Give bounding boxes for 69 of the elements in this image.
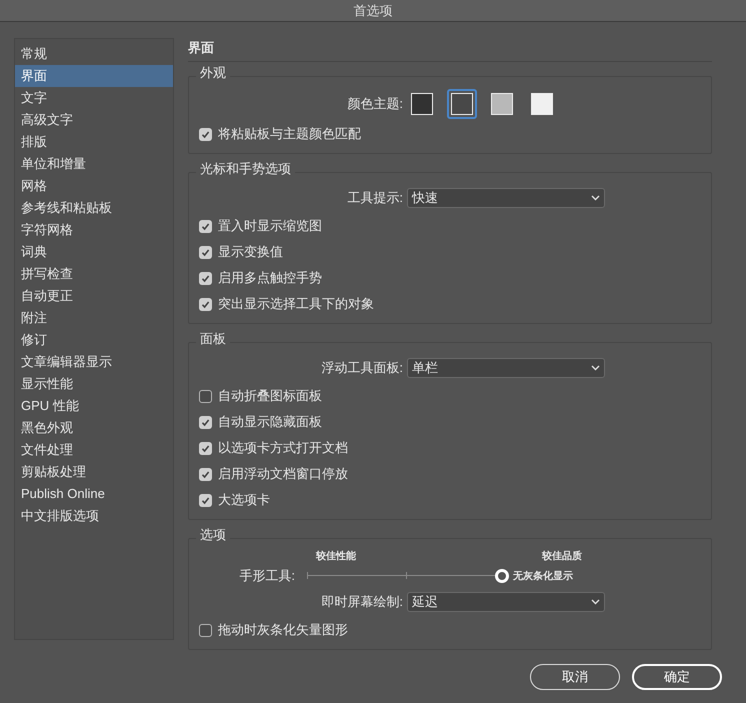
window-title: 首选项	[354, 2, 392, 20]
field-label: 工具提示:	[347, 189, 403, 208]
slider-thumb[interactable]	[495, 569, 509, 583]
checkbox-label: 大选项卡	[218, 491, 270, 510]
page-title: 界面	[188, 39, 215, 57]
checkbox[interactable]	[199, 298, 212, 310]
dropdown[interactable]: 单栏	[407, 358, 605, 378]
checkbox[interactable]	[199, 624, 212, 636]
slider-caption: 较佳品质	[542, 550, 582, 564]
sidebar-item[interactable]: Publish Online	[15, 483, 173, 505]
sidebar-item[interactable]: 修订	[15, 329, 173, 351]
field-label: 浮动工具面板:	[321, 359, 403, 378]
checkbox-label: 拖动时灰条化矢量图形	[218, 621, 348, 640]
dropdown[interactable]: 延迟	[407, 592, 605, 612]
color-swatch[interactable]	[447, 89, 477, 119]
sidebar-item[interactable]: 网格	[15, 175, 173, 197]
sidebar-item[interactable]: 参考线和粘贴板	[15, 197, 173, 219]
slider-caption: 较佳性能	[316, 550, 356, 564]
slider-reading: 无灰条化显示	[513, 570, 573, 584]
group-title: 面板	[196, 331, 230, 347]
checkbox[interactable]	[199, 442, 212, 454]
dialog-button[interactable]: 确定	[632, 664, 722, 690]
checkbox-label: 显示变换值	[218, 243, 283, 262]
field-label: 颜色主题:	[347, 95, 403, 114]
checkbox[interactable]	[199, 416, 212, 428]
sidebar-item[interactable]: 高级文字	[15, 109, 173, 131]
sidebar-item[interactable]: 词典	[15, 241, 173, 263]
checkbox-label: 自动折叠图标面板	[218, 387, 322, 406]
group-title: 选项	[196, 527, 230, 543]
field-label: 即时屏幕绘制:	[321, 593, 403, 612]
sidebar-item[interactable]: 字符网格	[15, 219, 173, 241]
checkbox-label: 以选项卡方式打开文档	[218, 439, 348, 458]
group-title: 外观	[196, 65, 230, 81]
chevron-down-icon	[591, 195, 600, 201]
checkbox[interactable]	[199, 128, 212, 140]
sidebar-item[interactable]: 排版	[15, 131, 173, 153]
checkbox[interactable]	[199, 494, 212, 506]
checkbox-label: 启用浮动文档窗口停放	[218, 465, 348, 484]
sidebar-item[interactable]: 文字	[15, 87, 173, 109]
checkbox[interactable]	[199, 272, 212, 284]
sidebar-item[interactable]: 文件处理	[15, 439, 173, 461]
chevron-down-icon	[591, 365, 600, 371]
sidebar-item[interactable]: 黑色外观	[15, 417, 173, 439]
checkbox[interactable]	[199, 468, 212, 480]
sidebar-item[interactable]: 界面	[15, 65, 173, 87]
field-label: 手形工具:	[238, 567, 295, 586]
checkbox-label: 置入时显示缩览图	[218, 217, 322, 236]
sidebar-item[interactable]: GPU 性能	[15, 395, 173, 417]
sidebar-item[interactable]: 显示性能	[15, 373, 173, 395]
sidebar-item[interactable]: 剪贴板处理	[15, 461, 173, 483]
sidebar-item[interactable]: 自动更正	[15, 285, 173, 307]
sidebar-item[interactable]: 单位和增量	[15, 153, 173, 175]
dialog-button[interactable]: 取消	[530, 664, 620, 690]
group-title: 光标和手势选项	[196, 161, 295, 177]
sidebar-item[interactable]: 文章编辑器显示	[15, 351, 173, 373]
chevron-down-icon	[591, 599, 600, 605]
slider-track[interactable]	[305, 569, 509, 583]
checkbox[interactable]	[199, 220, 212, 232]
checkbox-label: 启用多点触控手势	[218, 269, 322, 288]
sidebar-item[interactable]: 中文排版选项	[15, 505, 173, 527]
sidebar-item[interactable]: 拼写检查	[15, 263, 173, 285]
checkbox[interactable]	[199, 246, 212, 258]
checkbox-label: 自动显示隐藏面板	[218, 413, 322, 432]
checkbox-label: 突出显示选择工具下的对象	[218, 295, 374, 314]
checkbox[interactable]	[199, 390, 212, 402]
sidebar-item[interactable]: 常规	[15, 43, 173, 65]
checkbox-label: 将粘贴板与主题颜色匹配	[218, 125, 361, 144]
dropdown[interactable]: 快速	[407, 188, 605, 208]
sidebar-item[interactable]: 附注	[15, 307, 173, 329]
